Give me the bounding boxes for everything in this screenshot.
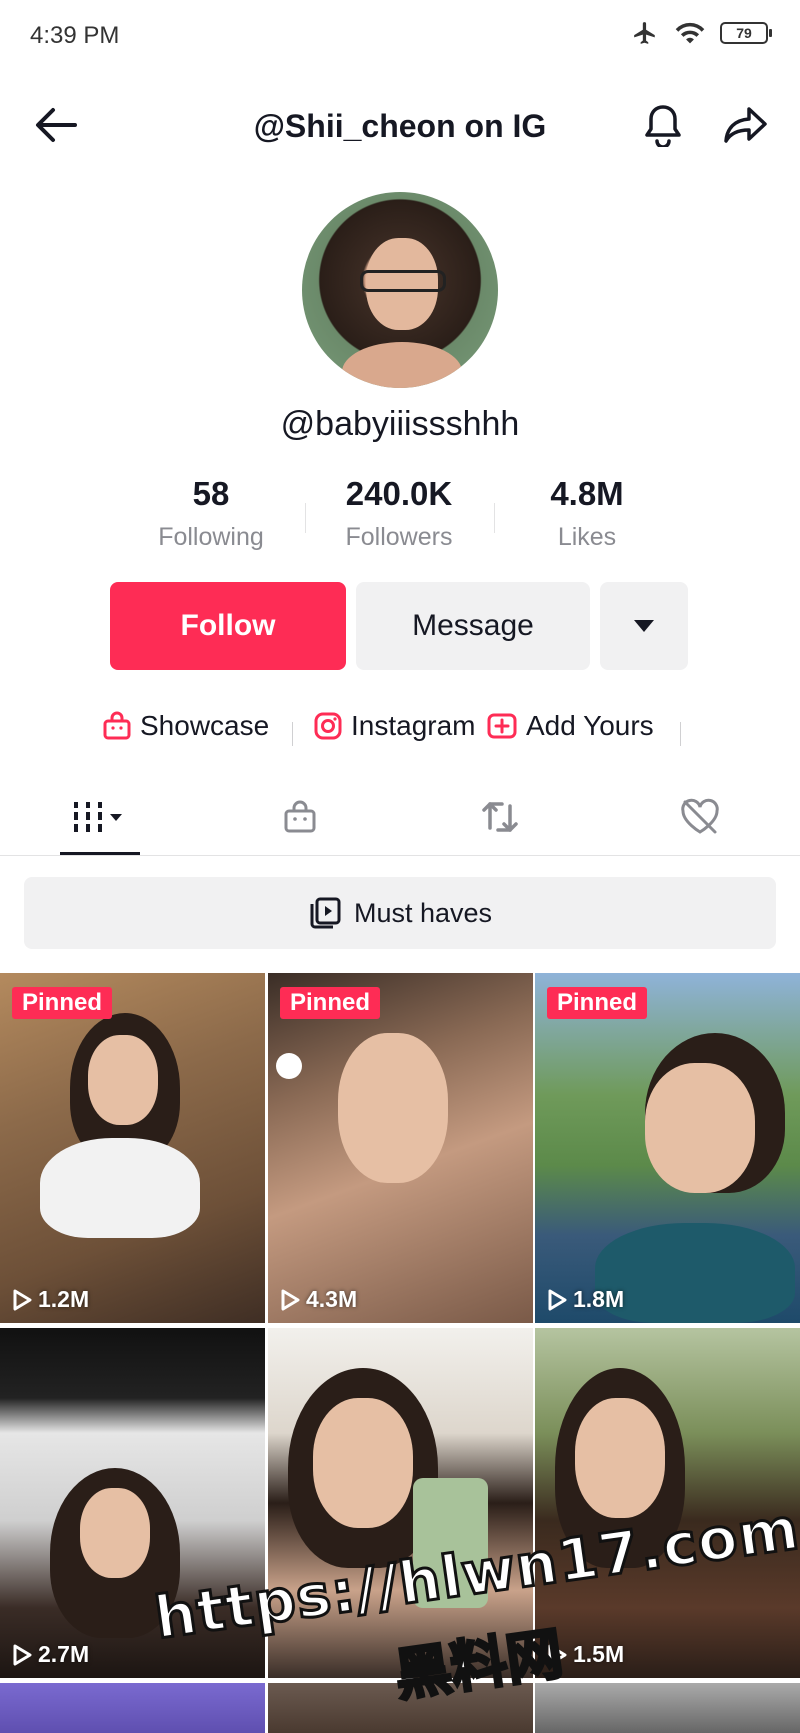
video-thumbnail[interactable]: Pinned 4.3M [268, 973, 533, 1323]
add-yours-icon [487, 713, 517, 739]
instagram-icon [314, 712, 342, 740]
add-yours-label: Add Yours [526, 710, 654, 741]
message-button[interactable]: Message [356, 582, 590, 670]
bag-icon [103, 711, 131, 740]
stat-following-label: Following [158, 523, 264, 551]
stat-followers-label: Followers [345, 523, 453, 551]
profile-username: @babyiiissshhh [280, 405, 520, 443]
video-thumbnail[interactable]: Pinned 1.2M [0, 973, 265, 1323]
instagram-link[interactable]: Instagram [313, 710, 476, 742]
active-tab-indicator [60, 852, 140, 855]
divider [292, 722, 293, 746]
stat-likes-value: 4.8M [550, 475, 624, 512]
notification-button[interactable] [638, 100, 688, 150]
liked-hidden-icon [681, 798, 719, 834]
share-button[interactable] [718, 100, 772, 150]
view-count-value: 1.2M [38, 1286, 90, 1312]
profile-links: Showcase Instagram Add Yours [0, 710, 800, 754]
divider [680, 722, 681, 746]
battery-icon: 79 [720, 22, 772, 44]
stat-following[interactable]: 58 Following [116, 475, 306, 552]
share-arrow-icon [724, 107, 767, 143]
airplane-icon [634, 22, 655, 44]
collection-button[interactable]: Must haves [24, 877, 776, 949]
status-bar: 4:39 PM 79 [0, 0, 800, 72]
stat-following-value: 58 [192, 475, 230, 512]
avatar[interactable] [302, 192, 498, 388]
tab-shop[interactable] [250, 792, 350, 842]
tab-videos[interactable] [50, 792, 150, 842]
collection-label: Must haves [353, 897, 493, 928]
stat-followers-value: 240.0K [345, 475, 453, 512]
profile-stats: 58 Following 240.0K Followers 4.8M Likes [0, 475, 800, 565]
glasses-shape [360, 270, 446, 292]
stat-followers[interactable]: 240.0K Followers [304, 475, 494, 552]
follow-button[interactable]: Follow [110, 582, 346, 670]
playlist-icon [310, 897, 341, 929]
status-icons: 79 [630, 20, 772, 46]
instagram-label: Instagram [351, 710, 476, 741]
profile-tabs [0, 780, 800, 856]
repost-icon [482, 802, 518, 832]
tab-reposts[interactable] [450, 792, 550, 842]
play-icon [13, 1644, 32, 1665]
play-icon [548, 1289, 567, 1310]
profile-header: @Shii_cheon on IG [0, 90, 800, 160]
stat-likes-label: Likes [557, 523, 617, 551]
view-count: 1.2M [12, 1286, 89, 1313]
view-count: 4.3M [280, 1286, 357, 1313]
grid-icon [74, 802, 122, 832]
view-count: 1.8M [547, 1286, 624, 1313]
wifi-icon [675, 22, 705, 44]
pinned-badge: Pinned [12, 987, 113, 1019]
add-yours-link[interactable]: Add Yours [486, 710, 654, 742]
status-time: 4:39 PM [30, 22, 120, 49]
showcase-link[interactable]: Showcase [102, 710, 269, 742]
suggested-accounts-button[interactable] [600, 582, 688, 670]
video-thumbnail[interactable]: Pinned 1.8M [535, 973, 800, 1323]
tab-liked[interactable] [650, 792, 750, 842]
play-icon [281, 1289, 300, 1310]
pinned-badge: Pinned [547, 987, 648, 1019]
bag-icon [284, 800, 316, 833]
pinned-badge: Pinned [280, 987, 381, 1019]
view-count-value: 4.3M [306, 1286, 358, 1312]
play-icon [13, 1289, 32, 1310]
bell-icon [645, 105, 681, 147]
flower-shape [276, 1053, 302, 1079]
stat-likes[interactable]: 4.8M Likes [492, 475, 682, 552]
watermark-text: 黑料网 [390, 1620, 568, 1709]
view-count-value: 2.7M [38, 1641, 90, 1667]
view-count-value: 1.8M [573, 1286, 625, 1312]
caret-down-icon [634, 620, 654, 632]
view-count: 2.7M [12, 1641, 89, 1668]
showcase-label: Showcase [140, 710, 270, 741]
